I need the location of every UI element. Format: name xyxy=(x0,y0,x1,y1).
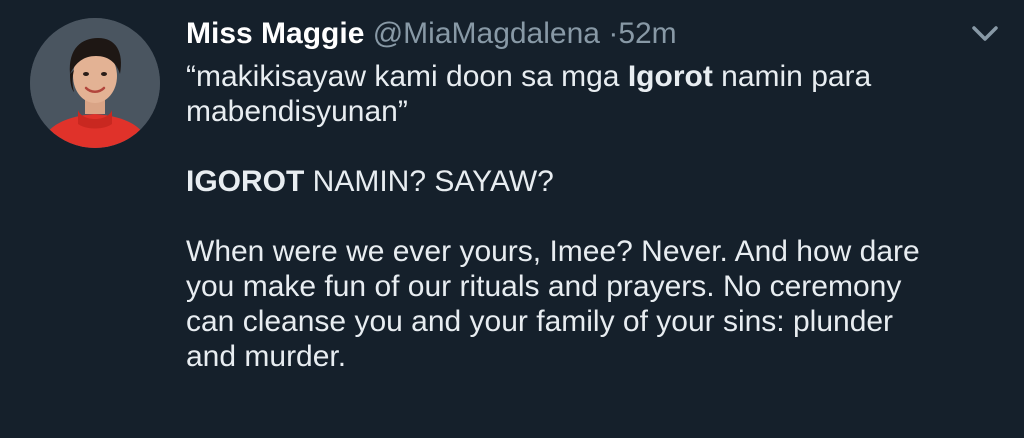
tweet-card: Miss Maggie @MiaMagdalena ·52m “makikisa… xyxy=(0,0,1024,438)
tweet-line: can cleanse you and your family of your … xyxy=(186,305,894,338)
tweet-line: “makikisayaw kami doon sa mga Igorot nam… xyxy=(186,59,986,94)
tweet-line: and murder. xyxy=(186,340,347,373)
text-segment: NAMIN? SAYAW? xyxy=(304,165,554,198)
bold-text-segment: Igorot xyxy=(627,60,713,93)
tweet-line: you make fun of our rituals and prayers.… xyxy=(186,270,902,303)
tweet-menu-button[interactable] xyxy=(968,20,1002,48)
tweet-paragraph-statement: When were we ever yours, Imee? Never. An… xyxy=(186,234,986,374)
header-separator: · xyxy=(608,17,619,50)
tweet-line: When were we ever yours, Imee? Never. An… xyxy=(186,235,920,268)
tweet-header: Miss Maggie @MiaMagdalena ·52m xyxy=(186,14,677,54)
profile-photo-icon xyxy=(30,18,160,148)
user-handle[interactable]: @MiaMagdalena xyxy=(373,17,600,50)
avatar[interactable] xyxy=(30,18,160,148)
tweet-paragraph-question: IGOROT NAMIN? SAYAW? xyxy=(186,164,986,199)
tweet-text: “makikisayaw kami doon sa mga Igorot nam… xyxy=(186,59,986,374)
text-segment: “makikisayaw kami doon sa mga xyxy=(186,60,628,93)
display-name[interactable]: Miss Maggie xyxy=(186,17,364,50)
tweet-line: IGOROT NAMIN? SAYAW? xyxy=(186,164,986,199)
chevron-down-icon xyxy=(972,26,998,41)
tweet-paragraph-quote: “makikisayaw kami doon sa mga Igorot nam… xyxy=(186,59,986,129)
bold-text-segment: IGOROT xyxy=(186,165,305,198)
tweet-line: mabendisyunan” xyxy=(186,95,408,128)
timestamp[interactable]: 52m xyxy=(618,17,676,50)
text-segment: namin para xyxy=(712,60,872,93)
